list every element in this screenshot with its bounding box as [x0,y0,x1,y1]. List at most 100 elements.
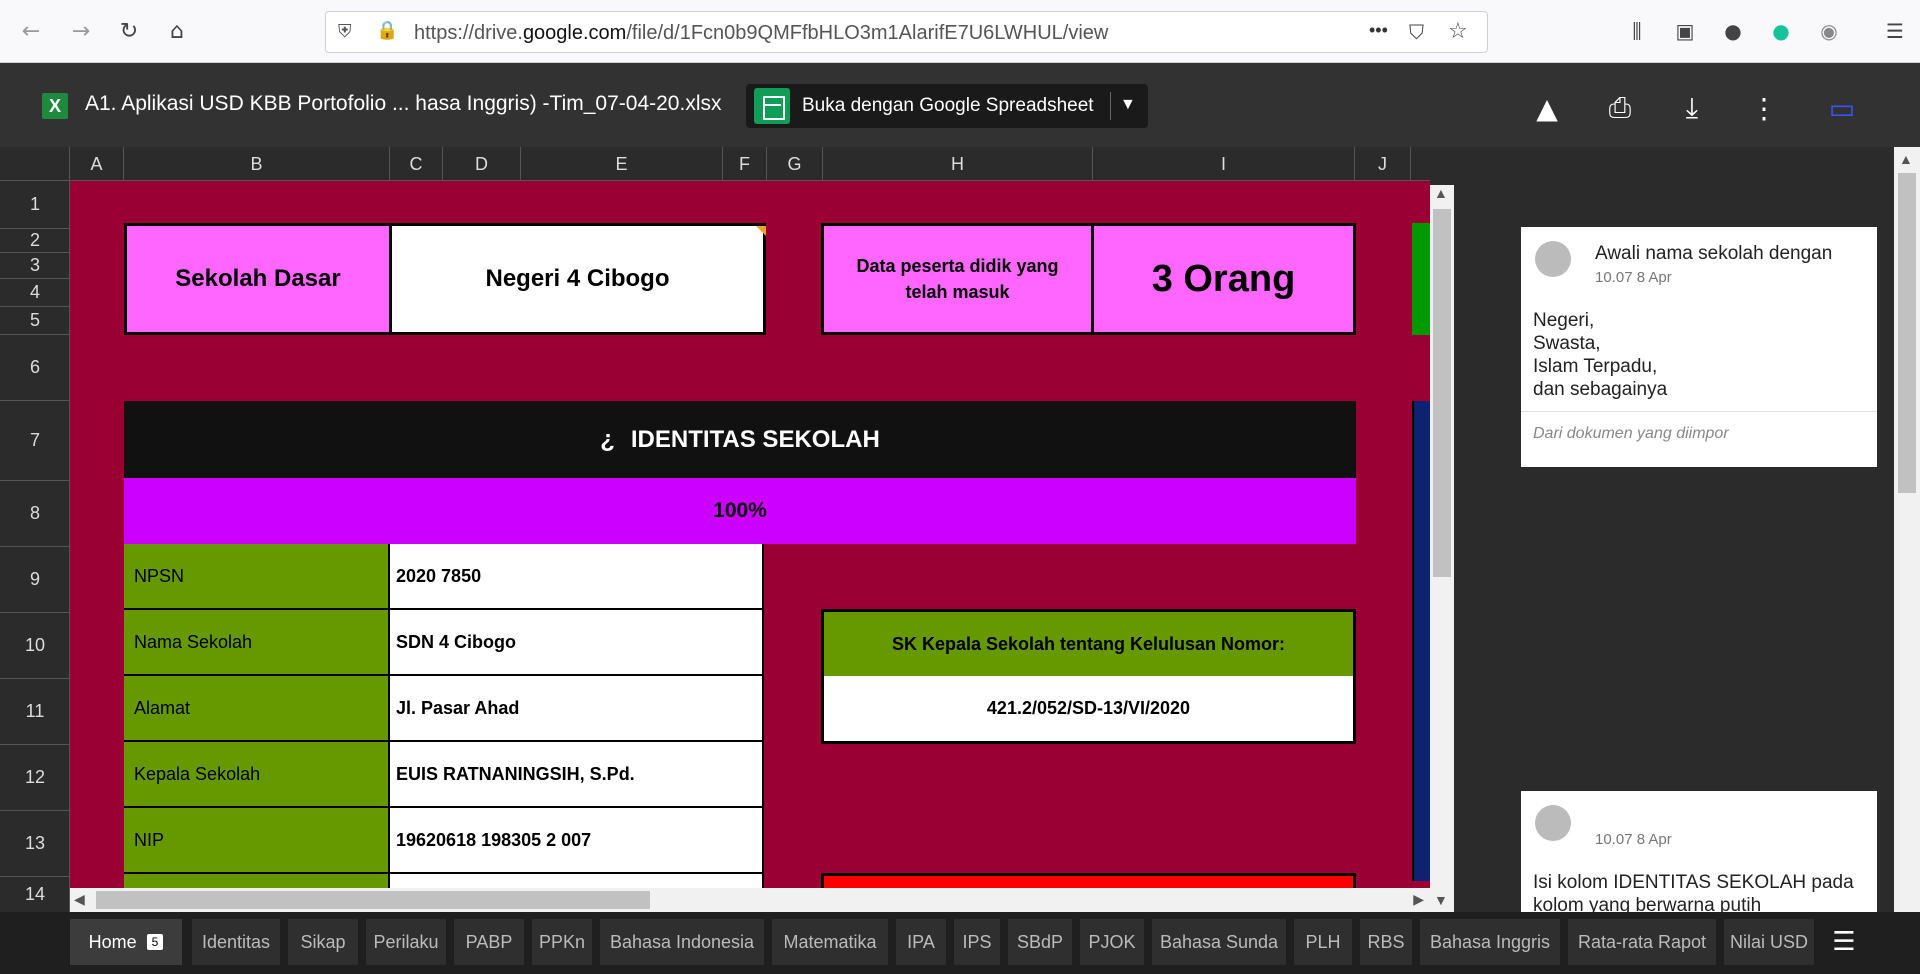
tab-nilai-usd[interactable]: Nilai USD [1724,919,1814,965]
column-header-i[interactable]: I [1093,147,1355,181]
tab-sikap[interactable]: Sikap [288,919,358,965]
tab-plh[interactable]: PLH [1294,919,1352,965]
comment-card[interactable]: 10.07 8 Apr Isi kolom IDENTITAS SEKOLAH … [1521,791,1877,916]
address-label[interactable]: Alamat [124,676,390,742]
tab-home[interactable]: Home 5 [70,919,182,965]
school-name-label[interactable]: Nama Sekolah [124,610,390,676]
sheet-horizontal-scrollbar[interactable]: ◀ ▶ [70,888,1430,912]
extension-badge-icon[interactable]: ▭ [1822,88,1862,128]
tab-bahasa-inggris[interactable]: Bahasa Inggris [1420,919,1560,965]
row-header-8[interactable]: 8 [0,481,70,547]
row-header-6[interactable]: 6 [0,335,70,401]
column-header-f[interactable]: F [723,147,767,181]
row-header-3[interactable]: 3 [0,253,70,279]
npsn-label[interactable]: NPSN [124,544,390,610]
tab-perilaku[interactable]: Perilaku [366,919,446,965]
row-header-13[interactable]: 13 [0,811,70,877]
pocket-icon[interactable]: ⛉ [1409,20,1424,44]
lock-icon[interactable]: 🔒 [376,20,398,41]
progress-cell[interactable]: 100% [124,478,1356,544]
scroll-down-icon[interactable]: ▼ [1434,892,1448,908]
row-header-10[interactable]: 10 [0,613,70,679]
all-sheets-menu-icon[interactable]: ☰ [1822,919,1866,965]
column-header-b[interactable]: B [124,147,390,181]
principal-value[interactable]: EUIS RATNANINGSIH, S.Pd. [390,742,764,808]
sheet-vertical-scrollbar[interactable]: ▲ ▼ [1430,185,1454,912]
grammarly-icon[interactable]: ● [1766,16,1796,46]
column-header-a[interactable]: A [70,147,124,181]
students-value-cell[interactable]: 3 Orang [1091,223,1356,335]
tab-rbs[interactable]: RBS [1360,919,1412,965]
comment-card[interactable]: Awali nama sekolah dengan 10.07 8 Apr Ne… [1521,227,1877,467]
tab-sbdp[interactable]: SBdP [1008,919,1072,965]
open-with-sheets-button[interactable]: Buka dengan Google Spreadsheet ▼ [746,84,1148,128]
tab-ips[interactable]: IPS [954,919,1000,965]
school-type-cell[interactable]: Sekolah Dasar [124,223,392,335]
tab-ppkn[interactable]: PPKn [532,919,592,965]
reload-icon[interactable]: ↻ [112,14,146,48]
tab-ipa[interactable]: IPA [896,919,946,965]
column-header-j[interactable]: J [1355,147,1411,181]
download-icon[interactable]: ⤓ [1672,88,1712,128]
row-header-5[interactable]: 5 [0,307,70,335]
scroll-right-icon[interactable]: ▶ [1413,891,1424,908]
bookmark-star-icon[interactable]: ☆ [1448,19,1468,44]
comment-marker-icon[interactable] [756,226,766,236]
tab-pabp[interactable]: PABP [454,919,524,965]
scroll-thumb[interactable] [1433,209,1451,577]
add-to-drive-icon[interactable]: ▲ [1527,88,1567,128]
sk-label-cell[interactable]: SK Kepala Sekolah tentang Kelulusan Nomo… [821,609,1356,677]
shield-icon[interactable]: ⛨ [338,21,352,42]
comments-scrollbar[interactable]: ▲ [1894,147,1920,912]
scroll-up-icon[interactable]: ▲ [1899,151,1913,167]
row-header-9[interactable]: 9 [0,547,70,613]
npsn-value[interactable]: 2020 7850 [390,544,764,610]
hscroll-thumb[interactable] [96,891,650,909]
dropdown-arrow-icon[interactable]: ▼ [1120,96,1136,114]
scroll-up-icon[interactable]: ▲ [1434,185,1448,201]
row-header-7[interactable]: 7 [0,401,70,481]
row-header-2[interactable]: 2 [0,229,70,253]
address-bar[interactable]: ⛨ 🔒 https://drive.google.com/file/d/1Fcn… [325,11,1488,53]
tab-bahasa-indonesia[interactable]: Bahasa Indonesia [600,919,764,965]
home-icon[interactable]: ⌂ [160,14,194,48]
menu-icon[interactable]: ☰ [1880,16,1910,46]
scroll-thumb[interactable] [1898,173,1916,493]
scroll-left-icon[interactable]: ◀ [74,891,85,908]
row-header-14[interactable]: 14 [0,877,70,912]
nip-label[interactable]: NIP [124,808,390,874]
sidebar-icon[interactable]: ▣ [1670,16,1700,46]
tab-bahasa-sunda[interactable]: Bahasa Sunda [1152,919,1286,965]
column-header-g[interactable]: G [767,147,823,181]
students-label-cell[interactable]: Data peserta didik yang telah masuk [821,223,1094,335]
more-options-icon[interactable]: ⋮ [1744,88,1784,128]
tab-identitas[interactable]: Identitas [192,919,280,965]
row-header-11[interactable]: 11 [0,679,70,745]
address-value[interactable]: Jl. Pasar Ahad [390,676,764,742]
library-icon[interactable]: ⫼ [1622,16,1652,46]
spreadsheet-canvas[interactable]: Sekolah Dasar Negeri 4 Cibogo Data peser… [0,147,1430,912]
column-header-e[interactable]: E [521,147,723,181]
extension-icon[interactable]: ◉ [1814,16,1844,46]
nip-value[interactable]: 19620618 198305 2 007 [390,808,764,874]
school-name-cell[interactable]: Negeri 4 Cibogo [389,223,766,335]
more-actions-icon[interactable]: ••• [1369,20,1388,41]
print-icon[interactable]: ⎙ [1600,88,1640,128]
tab-pjok[interactable]: PJOK [1080,919,1144,965]
school-name-value[interactable]: SDN 4 Cibogo [390,610,764,676]
identity-header[interactable]: ¿ IDENTITAS SEKOLAH [124,401,1356,478]
row-header-4[interactable]: 4 [0,279,70,307]
column-header-d[interactable]: D [443,147,521,181]
column-header-c[interactable]: C [390,147,443,181]
sk-value-cell[interactable]: 421.2/052/SD-13/VI/2020 [821,676,1356,744]
principal-label[interactable]: Kepala Sekolah [124,742,390,808]
account-icon[interactable]: ● [1718,16,1748,46]
forward-icon[interactable]: → [64,14,98,48]
row-header-12[interactable]: 12 [0,745,70,811]
column-header-h[interactable]: H [823,147,1093,181]
row-header-1[interactable]: 1 [0,181,70,229]
tab-matematika[interactable]: Matematika [772,919,888,965]
back-icon[interactable]: ← [14,14,48,48]
tab-rata-rata-rapot[interactable]: Rata-rata Rapot [1568,919,1716,965]
select-all-corner[interactable] [0,147,70,181]
